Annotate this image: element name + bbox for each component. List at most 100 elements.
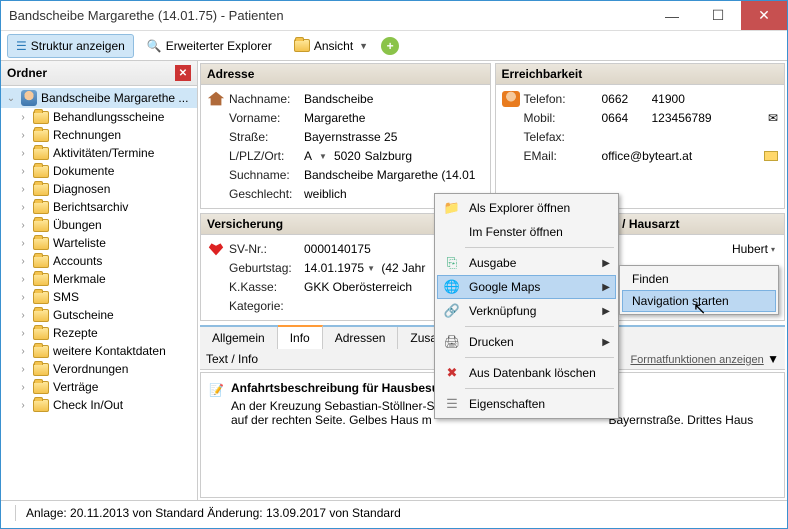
- tree-item[interactable]: ›Rechnungen: [1, 126, 197, 144]
- tree-item[interactable]: ›Gutscheine: [1, 306, 197, 324]
- email-value[interactable]: office@byteart.at: [602, 149, 765, 163]
- expand-icon[interactable]: ›: [17, 130, 29, 141]
- expand-icon[interactable]: ›: [17, 328, 29, 339]
- chevron-down-icon[interactable]: ▼: [767, 352, 779, 366]
- collapse-icon[interactable]: ⌄: [5, 93, 17, 104]
- tab-allgemein[interactable]: Allgemein: [200, 327, 278, 349]
- plz-value[interactable]: 5020: [334, 149, 361, 163]
- geb-value[interactable]: 14.01.1975: [304, 261, 364, 275]
- expand-icon[interactable]: ›: [17, 166, 29, 177]
- tree-item[interactable]: ›Rezepte: [1, 324, 197, 342]
- menu-open-explorer[interactable]: 📁Als Explorer öffnen: [437, 196, 616, 220]
- ort-value[interactable]: Salzburg: [365, 149, 412, 163]
- tree-item[interactable]: › Behandlungsscheine: [1, 108, 197, 126]
- menu-drucken[interactable]: 🖨Drucken▶: [437, 330, 616, 354]
- suchname-value[interactable]: Bandscheibe Margarethe (14.01: [304, 168, 484, 182]
- add-button[interactable]: +: [381, 37, 399, 55]
- nachname-value[interactable]: Bandscheibe: [304, 92, 484, 106]
- maximize-button[interactable]: ☐: [695, 1, 741, 30]
- tree-item[interactable]: › Diagnosen: [1, 180, 197, 198]
- strasse-value[interactable]: Bayernstrasse 25: [304, 130, 484, 144]
- expand-icon[interactable]: ›: [17, 238, 29, 249]
- struktur-button[interactable]: ☰ Struktur anzeigen: [7, 34, 134, 58]
- tree-item-label: Merkmale: [53, 272, 106, 286]
- menu-finden[interactable]: Finden: [622, 268, 776, 290]
- telefon-vorwahl[interactable]: 0662: [602, 92, 652, 106]
- tree-item[interactable]: › Berichtsarchiv: [1, 198, 197, 216]
- titlebar: Bandscheibe Margarethe (14.01.75) - Pati…: [1, 1, 787, 31]
- tree-item[interactable]: ›SMS: [1, 288, 197, 306]
- expand-icon[interactable]: ›: [17, 292, 29, 303]
- menu-verknuepfung[interactable]: 🔗Verknüpfung▶: [437, 299, 616, 323]
- vorname-value[interactable]: Margarethe: [304, 111, 484, 125]
- chevron-down-icon[interactable]: ▼: [364, 264, 378, 273]
- mobil-value[interactable]: 123456789: [652, 111, 768, 125]
- tree-item[interactable]: ›weitere Kontaktdaten: [1, 342, 197, 360]
- telefon-value[interactable]: 41900: [652, 92, 779, 106]
- tree-item[interactable]: › Merkmale: [1, 270, 197, 288]
- expand-icon[interactable]: ›: [17, 202, 29, 213]
- expand-icon[interactable]: ›: [17, 112, 29, 123]
- mail-icon[interactable]: [764, 151, 778, 161]
- tree-item[interactable]: › Aktivitäten/Termine: [1, 144, 197, 162]
- tree-item-label: Übungen: [53, 218, 102, 232]
- tree-item-label: Aktivitäten/Termine: [53, 146, 154, 160]
- tree-item-label: Behandlungsscheine: [53, 110, 164, 124]
- format-link[interactable]: Formatfunktionen anzeigen: [630, 354, 763, 366]
- menu-google-maps[interactable]: 🌐Google Maps▶: [437, 275, 616, 299]
- expand-icon[interactable]: ›: [17, 364, 29, 375]
- explorer-button[interactable]: 🔍 Erweiterter Explorer: [138, 34, 281, 58]
- tree-item[interactable]: ›Verordnungen: [1, 360, 197, 378]
- close-button[interactable]: ✕: [741, 1, 787, 30]
- tree-root[interactable]: ⌄ Bandscheibe Margarethe ...: [1, 88, 197, 108]
- expand-icon[interactable]: ›: [17, 184, 29, 195]
- chevron-right-icon: ▶: [602, 282, 610, 293]
- sms-icon[interactable]: ✉: [768, 111, 778, 125]
- expand-icon[interactable]: ›: [17, 400, 29, 411]
- tree-item[interactable]: › Dokumente: [1, 162, 197, 180]
- svnr-label: SV-Nr.:: [229, 242, 304, 256]
- menu-ausgabe[interactable]: ⎘Ausgabe▶: [437, 251, 616, 275]
- erreichbarkeit-panel: Erreichbarkeit Telefon:066241900 Mobil:0…: [495, 63, 786, 209]
- home-icon: [207, 91, 225, 107]
- chevron-down-icon[interactable]: ▼: [316, 152, 330, 161]
- tree-item[interactable]: ›Warteliste: [1, 234, 197, 252]
- tab-info[interactable]: Info: [278, 325, 323, 349]
- therapeut-value[interactable]: Hubert: [732, 242, 768, 256]
- tree-item-label: Dokumente: [53, 164, 114, 178]
- mobil-vorwahl[interactable]: 0664: [602, 111, 652, 125]
- tree-item[interactable]: › Übungen: [1, 216, 197, 234]
- expand-icon[interactable]: ›: [17, 310, 29, 321]
- tree-item[interactable]: ›Check In/Out: [1, 396, 197, 414]
- minimize-button[interactable]: —: [649, 1, 695, 30]
- menu-delete[interactable]: ✖Aus Datenbank löschen: [437, 361, 616, 385]
- ansicht-button[interactable]: Ansicht ▼: [285, 34, 377, 58]
- geb-label: Geburtstag:: [229, 261, 304, 275]
- adresse-panel: Adresse Nachname:Bandscheibe Vorname:Mar…: [200, 63, 491, 209]
- expand-icon[interactable]: ›: [17, 382, 29, 393]
- person-icon: [21, 90, 37, 106]
- menu-properties[interactable]: ☰Eigenschaften: [437, 392, 616, 416]
- sidebar-close-button[interactable]: ✕: [175, 65, 191, 81]
- menu-navigation-starten[interactable]: Navigation starten: [622, 290, 776, 312]
- tree-item-label: Berichtsarchiv: [53, 200, 128, 214]
- expand-icon[interactable]: ›: [17, 148, 29, 159]
- expand-icon[interactable]: ›: [17, 256, 29, 267]
- tree-item-label: Diagnosen: [53, 182, 110, 196]
- chevron-down-icon[interactable]: ▾: [768, 245, 778, 254]
- land-value[interactable]: A: [304, 149, 312, 163]
- status-bar: Anlage: 20.11.2013 von Standard Änderung…: [1, 500, 787, 524]
- folder-icon: [33, 363, 49, 376]
- tree-item[interactable]: ›Accounts: [1, 252, 197, 270]
- menu-open-window[interactable]: Im Fenster öffnen: [437, 220, 616, 244]
- sidebar-title: Ordner: [7, 66, 47, 80]
- tree-item[interactable]: ›Verträge: [1, 378, 197, 396]
- expand-icon[interactable]: ›: [17, 274, 29, 285]
- tab-adressen[interactable]: Adressen: [323, 327, 399, 349]
- expand-icon[interactable]: ›: [17, 220, 29, 231]
- chevron-down-icon: ▼: [359, 41, 368, 51]
- folder-tree[interactable]: ⌄ Bandscheibe Margarethe ... › Behandlung…: [1, 86, 197, 500]
- expand-icon[interactable]: ›: [17, 346, 29, 357]
- folder-icon: [33, 201, 49, 214]
- folder-icon: [33, 309, 49, 322]
